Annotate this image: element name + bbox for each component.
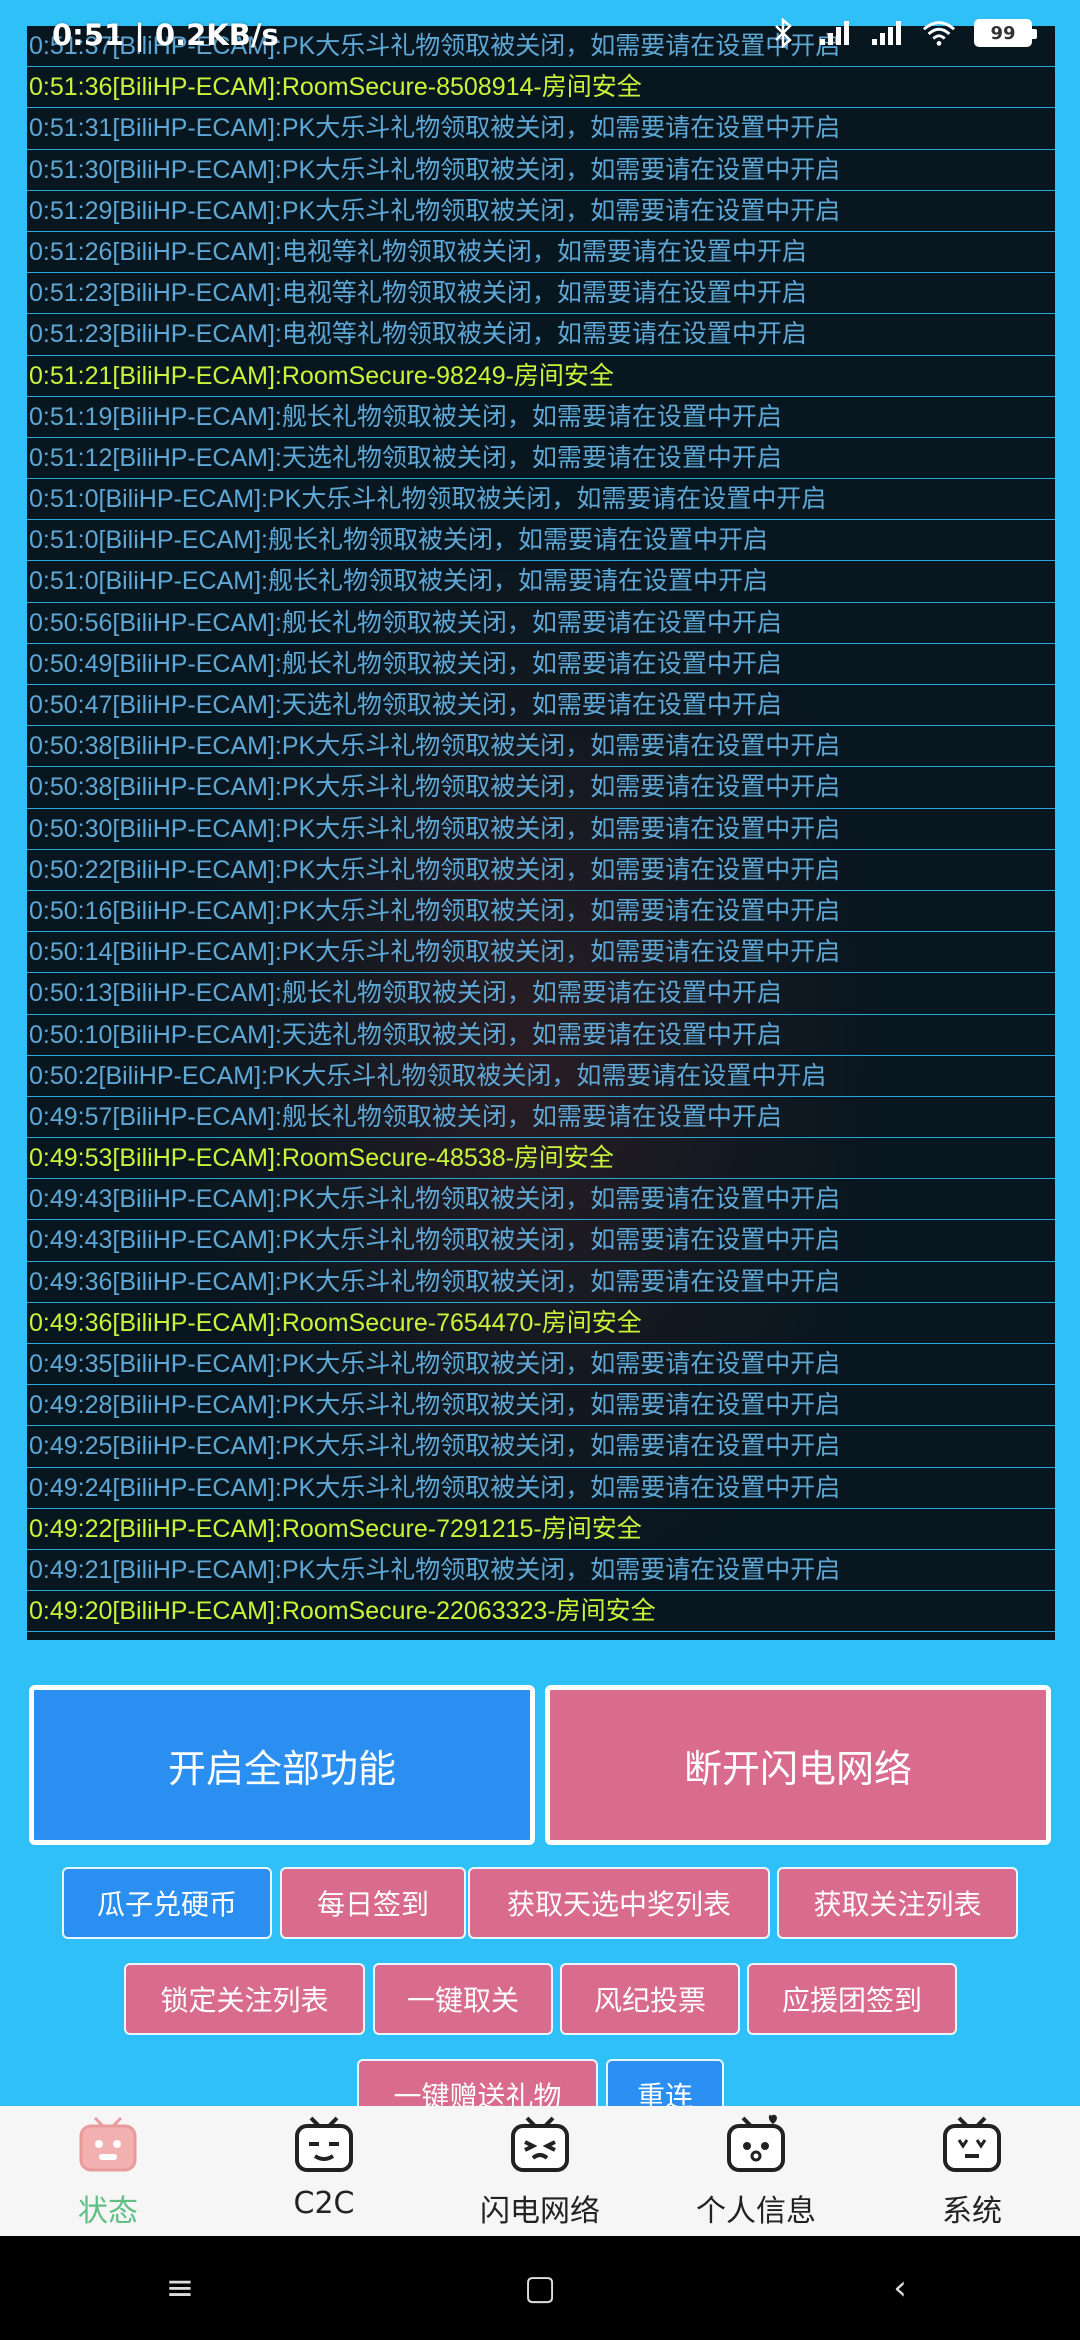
- nav-item-lightning-network[interactable]: 闪电网络: [432, 2106, 648, 2236]
- log-line: 0:50:2[BiliHP-ECAM]:PK大乐斗礼物领取被关闭，如需要请在设置…: [27, 1056, 1055, 1097]
- log-line: 0:51:12[BiliHP-ECAM]:天选礼物领取被关闭，如需要请在设置中开…: [27, 438, 1055, 480]
- log-panel[interactable]: 0:51:37[BiliHP-ECAM]:PK大乐斗礼物领取被关闭，如需要请在设…: [27, 26, 1055, 1640]
- tv-face-icon: [295, 2116, 353, 2172]
- lock-follow-list-button[interactable]: 锁定关注列表: [124, 1963, 365, 2035]
- log-line: 0:51:0[BiliHP-ECAM]:舰长礼物领取被关闭，如需要请在设置中开启: [27, 520, 1055, 562]
- log-line: 0:50:56[BiliHP-ECAM]:舰长礼物领取被关闭，如需要请在设置中开…: [27, 603, 1055, 644]
- log-line: 0:50:13[BiliHP-ECAM]:舰长礼物领取被关闭，如需要请在设置中开…: [27, 973, 1055, 1015]
- log-line: 0:49:25[BiliHP-ECAM]:PK大乐斗礼物领取被关闭，如需要请在设…: [27, 1426, 1055, 1468]
- disconnect-network-button[interactable]: 断开闪电网络: [545, 1685, 1051, 1845]
- log-line: 0:51:19[BiliHP-ECAM]:舰长礼物领取被关闭，如需要请在设置中开…: [27, 397, 1055, 438]
- fan-club-signin-button[interactable]: 应援团签到: [747, 1963, 957, 2035]
- nav-item-profile[interactable]: 个人信息: [648, 2106, 864, 2236]
- unfollow-all-button[interactable]: 一键取关: [373, 1963, 553, 2035]
- follow-list-button[interactable]: 获取关注列表: [777, 1867, 1018, 1939]
- log-line: 0:49:53[BiliHP-ECAM]:RoomSecure-48538-房间…: [27, 1138, 1055, 1180]
- log-line: 0:49:36[BiliHP-ECAM]:PK大乐斗礼物领取被关闭，如需要请在设…: [27, 1262, 1055, 1303]
- log-line: 0:51:29[BiliHP-ECAM]:PK大乐斗礼物领取被关闭，如需要请在设…: [27, 191, 1055, 232]
- log-line: 0:50:38[BiliHP-ECAM]:PK大乐斗礼物领取被关闭，如需要请在设…: [27, 726, 1055, 768]
- menu-icon[interactable]: ≡: [150, 2268, 210, 2308]
- system-nav-bar: ≡ ▢ ‹: [0, 2236, 1080, 2340]
- enable-all-button[interactable]: 开启全部功能: [29, 1685, 535, 1845]
- nav-item-system[interactable]: 系统: [864, 2106, 1080, 2236]
- tv-face-icon: [511, 2116, 569, 2172]
- log-line: 0:51:30[BiliHP-ECAM]:PK大乐斗礼物领取被关闭，如需要请在设…: [27, 150, 1055, 191]
- log-line: 0:49:36[BiliHP-ECAM]:RoomSecure-7654470-…: [27, 1303, 1055, 1344]
- seeds-to-coins-button[interactable]: 瓜子兑硬币: [62, 1867, 272, 1939]
- log-line: 0:50:49[BiliHP-ECAM]:舰长礼物领取被关闭，如需要请在设置中开…: [27, 644, 1055, 685]
- log-line: 0:50:16[BiliHP-ECAM]:PK大乐斗礼物领取被关闭，如需要请在设…: [27, 891, 1055, 933]
- back-icon[interactable]: ‹: [870, 2268, 930, 2308]
- log-line: 0:49:43[BiliHP-ECAM]:PK大乐斗礼物领取被关闭，如需要请在设…: [27, 1220, 1055, 1262]
- tv-face-icon: [79, 2116, 137, 2172]
- nav-item-status[interactable]: 状态: [0, 2106, 216, 2236]
- log-line: 0:49:35[BiliHP-ECAM]:PK大乐斗礼物领取被关闭，如需要请在设…: [27, 1344, 1055, 1386]
- log-line: 0:50:47[BiliHP-ECAM]:天选礼物领取被关闭，如需要请在设置中开…: [27, 685, 1055, 727]
- nav-label: C2C: [293, 2186, 355, 2221]
- nav-label: 闪电网络: [480, 2194, 600, 2229]
- log-line: 0:51:0[BiliHP-ECAM]:PK大乐斗礼物领取被关闭，如需要请在设置…: [27, 479, 1055, 521]
- bottom-nav: 状态 C2C 闪电网络 个人信息 系统: [0, 2106, 1080, 2236]
- log-line: 0:49:24[BiliHP-ECAM]:PK大乐斗礼物领取被关闭，如需要请在设…: [27, 1468, 1055, 1509]
- log-line: 0:49:21[BiliHP-ECAM]:PK大乐斗礼物领取被关闭，如需要请在设…: [27, 1550, 1055, 1592]
- lottery-winners-button[interactable]: 获取天选中奖列表: [468, 1867, 770, 1939]
- nav-label: 个人信息: [696, 2194, 816, 2229]
- log-line: 0:51:23[BiliHP-ECAM]:电视等礼物领取被关闭，如需要请在设置中…: [27, 273, 1055, 315]
- nav-label: 状态: [78, 2194, 138, 2229]
- log-line: 0:51:31[BiliHP-ECAM]:PK大乐斗礼物领取被关闭，如需要请在设…: [27, 108, 1055, 150]
- nav-label: 系统: [942, 2194, 1002, 2229]
- nav-item-c2c[interactable]: C2C: [216, 2106, 432, 2236]
- log-list: 0:51:37[BiliHP-ECAM]:PK大乐斗礼物领取被关闭，如需要请在设…: [27, 26, 1055, 1633]
- daily-signin-button[interactable]: 每日签到: [280, 1867, 466, 1939]
- log-line: 0:51:26[BiliHP-ECAM]:电视等礼物领取被关闭，如需要请在设置中…: [27, 232, 1055, 274]
- tv-face-icon: [727, 2114, 785, 2172]
- log-line: 0:49:57[BiliHP-ECAM]:舰长礼物领取被关闭，如需要请在设置中开…: [27, 1097, 1055, 1139]
- log-line: 0:49:20[BiliHP-ECAM]:RoomSecure-22063323…: [27, 1591, 1055, 1633]
- tv-face-icon: [943, 2116, 1001, 2172]
- log-line: 0:51:23[BiliHP-ECAM]:电视等礼物领取被关闭，如需要请在设置中…: [27, 314, 1055, 356]
- discipline-vote-button[interactable]: 风纪投票: [560, 1963, 740, 2035]
- log-line: 0:50:10[BiliHP-ECAM]:天选礼物领取被关闭，如需要请在设置中开…: [27, 1015, 1055, 1056]
- log-line: 0:49:22[BiliHP-ECAM]:RoomSecure-7291215-…: [27, 1509, 1055, 1550]
- log-line: 0:50:14[BiliHP-ECAM]:PK大乐斗礼物领取被关闭，如需要请在设…: [27, 932, 1055, 974]
- log-line: 0:50:30[BiliHP-ECAM]:PK大乐斗礼物领取被关闭，如需要请在设…: [27, 809, 1055, 850]
- log-line: 0:51:36[BiliHP-ECAM]:RoomSecure-8508914-…: [27, 67, 1055, 109]
- log-line: 0:49:28[BiliHP-ECAM]:PK大乐斗礼物领取被关闭，如需要请在设…: [27, 1385, 1055, 1427]
- log-line: 0:51:37[BiliHP-ECAM]:PK大乐斗礼物领取被关闭，如需要请在设…: [27, 26, 1055, 68]
- log-line: 0:51:0[BiliHP-ECAM]:舰长礼物领取被关闭，如需要请在设置中开启: [27, 561, 1055, 603]
- log-line: 0:49:43[BiliHP-ECAM]:PK大乐斗礼物领取被关闭，如需要请在设…: [27, 1179, 1055, 1221]
- log-line: 0:50:22[BiliHP-ECAM]:PK大乐斗礼物领取被关闭，如需要请在设…: [27, 850, 1055, 891]
- log-line: 0:50:38[BiliHP-ECAM]:PK大乐斗礼物领取被关闭，如需要请在设…: [27, 767, 1055, 809]
- log-line: 0:51:21[BiliHP-ECAM]:RoomSecure-98249-房间…: [27, 356, 1055, 397]
- home-icon[interactable]: ▢: [510, 2268, 570, 2308]
